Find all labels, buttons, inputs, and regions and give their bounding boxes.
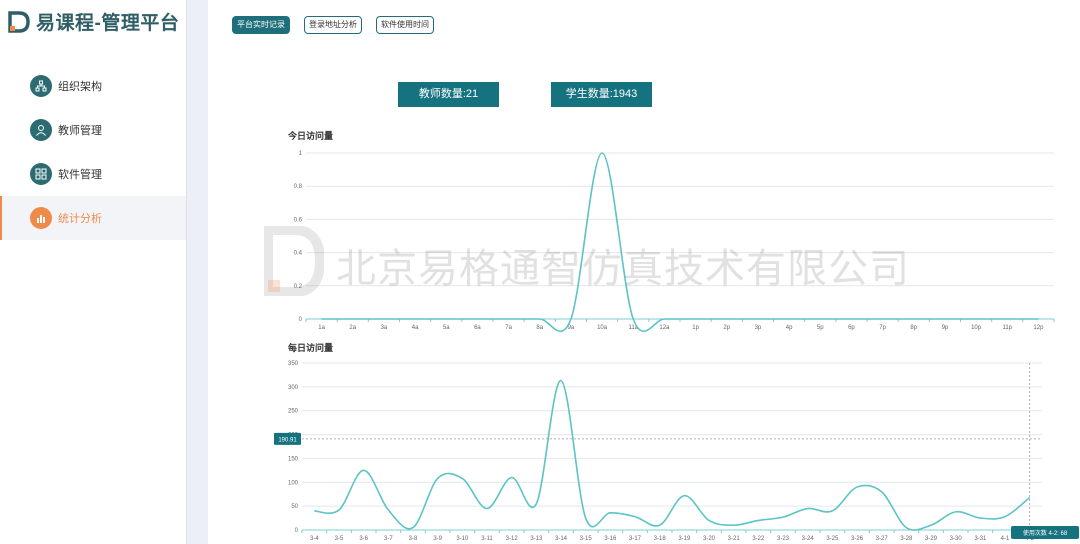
sidebar-item-label: 组织架构 — [58, 81, 102, 93]
x-tick-label: 3-8 — [409, 536, 418, 542]
x-tick-label: 3-5 — [335, 536, 344, 542]
y-tick-label: 0 — [299, 317, 303, 323]
x-tick-label: 7p — [879, 325, 886, 331]
x-tick-label: 6a — [474, 325, 481, 331]
x-tick-label: 4p — [786, 325, 793, 331]
x-tick-label: 3-31 — [974, 536, 987, 542]
y-tick-label: 0.8 — [294, 184, 303, 190]
y-tick-label: 0.6 — [294, 217, 303, 223]
sidebar-divider — [186, 0, 208, 544]
sidebar-item-label: 教师管理 — [58, 125, 102, 137]
x-tick-label: 9a — [568, 325, 575, 331]
x-tick-label: 3-20 — [703, 536, 716, 542]
x-tick-label: 10a — [597, 325, 608, 331]
daily-visits-chart: 0501001502002503003503-43-53-63-73-83-93… — [274, 361, 1079, 542]
x-tick-label: 3-7 — [384, 536, 393, 542]
y-tick-label: 350 — [288, 361, 299, 367]
view-tabs: 平台实时记录 登录地址分析 软件使用时间 — [232, 16, 434, 34]
x-tick-label: 3-14 — [555, 536, 568, 542]
sidebar-item-teachers[interactable]: 教师管理 — [0, 108, 186, 152]
x-tick-label: 3-28 — [900, 536, 913, 542]
y-tick-label: 50 — [291, 504, 298, 510]
x-tick-label: 3-6 — [359, 536, 368, 542]
x-tick-label: 5a — [443, 325, 450, 331]
x-tick-label: 3-13 — [530, 536, 543, 542]
x-tick-label: 3p — [755, 325, 762, 331]
x-tick-label: 10p — [971, 325, 982, 331]
x-tick-label: 3-26 — [851, 536, 864, 542]
x-tick-label: 5p — [817, 325, 824, 331]
x-tick-label: 3-18 — [654, 536, 667, 542]
chart-title-daily: 每日访问量 — [288, 343, 334, 353]
x-tick-label: 12p — [1033, 325, 1044, 331]
x-tick-label: 7a — [505, 325, 512, 331]
x-tick-label: 6p — [848, 325, 855, 331]
x-tick-label: 3-24 — [802, 536, 815, 542]
x-tick-label: 3-11 — [481, 536, 493, 542]
x-tick-label: 3-22 — [752, 536, 765, 542]
x-tick-label: 3-12 — [506, 536, 519, 542]
crosshair-value-label: 190.91 — [278, 437, 297, 443]
sidebar-item-statistics[interactable]: 统计分析 — [0, 196, 186, 240]
sidebar-item-org[interactable]: 组织架构 — [0, 64, 186, 108]
apps-grid-icon — [30, 163, 52, 185]
student-count-badge: 学生数量:1943 — [551, 82, 652, 107]
y-tick-label: 0.4 — [294, 251, 303, 257]
teacher-count-badge: 教师数量:21 — [398, 82, 499, 107]
x-tick-label: 1p — [692, 325, 699, 331]
app-title: 易课程-管理平台 — [36, 13, 180, 34]
x-tick-label: 2a — [349, 325, 356, 331]
series-line — [314, 379, 1031, 531]
x-tick-label: 3-21 — [728, 536, 741, 542]
x-tick-label: 4a — [412, 325, 419, 331]
x-tick-label: 3-10 — [456, 536, 469, 542]
x-tick-label: 3-16 — [604, 536, 617, 542]
sidebar-menu: 组织架构 教师管理 软件管理 统计分析 — [0, 64, 186, 240]
x-tick-label: 8p — [910, 325, 917, 331]
tab-software-time[interactable]: 软件使用时间 — [376, 16, 434, 34]
y-tick-label: 250 — [288, 409, 299, 415]
x-tick-label: 4-1 — [1001, 536, 1010, 542]
x-tick-label: 3-4 — [310, 536, 319, 542]
series-line — [321, 152, 1039, 333]
y-tick-label: 1 — [299, 151, 303, 157]
y-tick-label: 0.2 — [294, 284, 303, 290]
sidebar-item-label: 统计分析 — [58, 213, 102, 225]
tab-realtime[interactable]: 平台实时记录 — [232, 16, 290, 34]
bar-chart-icon — [30, 207, 52, 229]
app-logo[interactable]: 易课程-管理平台 — [8, 8, 179, 35]
x-tick-label: 1a — [318, 325, 325, 331]
x-tick-label: 3a — [381, 325, 388, 331]
sidebar-item-label: 软件管理 — [58, 169, 102, 181]
x-tick-label: 9p — [942, 325, 949, 331]
sidebar: 易课程-管理平台 组织架构 教师管理 软件管理 统计分析 — [0, 0, 186, 544]
x-tick-label: 3-15 — [580, 536, 593, 542]
logo-d-icon — [8, 10, 30, 33]
x-tick-label: 3-19 — [678, 536, 691, 542]
y-tick-label: 150 — [288, 456, 299, 462]
x-tick-label: 3-27 — [876, 536, 889, 542]
x-tick-label: 2p — [723, 325, 730, 331]
org-chart-icon — [30, 75, 52, 97]
x-tick-label: 12a — [659, 325, 670, 331]
y-tick-label: 300 — [288, 385, 299, 391]
x-tick-label: 3-17 — [629, 536, 642, 542]
today-visits-chart: 00.20.40.60.811a 2a 3a 4a 5a 6a 7a 8a 9a 10a 11a 12… — [294, 151, 1055, 333]
tooltip-text: 使用次数 4-2: 68 — [1023, 529, 1068, 537]
teacher-icon — [30, 119, 52, 141]
y-tick-label: 0 — [295, 528, 299, 534]
sidebar-item-software[interactable]: 软件管理 — [0, 152, 186, 196]
x-tick-label: 3-23 — [777, 536, 790, 542]
x-tick-label: 3-9 — [433, 536, 442, 542]
x-tick-label: 3-30 — [950, 536, 963, 542]
x-tick-label: 8a — [536, 325, 543, 331]
tab-login-address[interactable]: 登录地址分析 — [304, 16, 362, 34]
x-tick-label: 3-25 — [826, 536, 839, 542]
x-tick-label: 3-29 — [925, 536, 938, 542]
y-tick-label: 100 — [288, 480, 299, 486]
x-tick-label: 11p — [1002, 325, 1012, 331]
